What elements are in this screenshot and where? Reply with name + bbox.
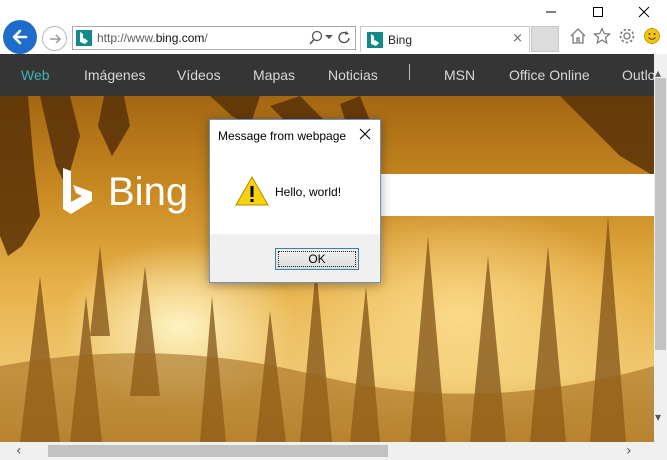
- bing-favicon: [76, 30, 92, 46]
- nav-item-outlook[interactable]: Outlo: [622, 67, 655, 83]
- url-domain: bing.com: [155, 31, 205, 45]
- dialog-close-icon[interactable]: [356, 125, 374, 143]
- forward-button[interactable]: [42, 26, 67, 51]
- home-button[interactable]: [568, 26, 588, 46]
- back-button[interactable]: [3, 20, 37, 54]
- url-text[interactable]: http://www.bing.com/: [97, 31, 208, 45]
- refresh-icon[interactable]: [337, 29, 353, 47]
- nav-item-office-online[interactable]: Office Online: [509, 67, 590, 83]
- nav-item-web[interactable]: Web: [21, 67, 50, 83]
- browser-chrome: http://www.bing.com/ Bing ×: [0, 0, 667, 54]
- url-prefix: http://www.: [97, 31, 156, 45]
- bing-b-icon: [371, 34, 379, 46]
- close-window-button[interactable]: [622, 1, 666, 23]
- new-tab-button[interactable]: [531, 26, 559, 52]
- settings-button[interactable]: [617, 26, 637, 46]
- vertical-scroll-thumb[interactable]: [655, 78, 666, 350]
- minimize-button[interactable]: [529, 1, 573, 23]
- dialog-title: Message from webpage: [218, 129, 347, 143]
- address-dropdown-icon[interactable]: [325, 35, 333, 39]
- maximize-button[interactable]: [576, 1, 620, 23]
- bing-nav-bar: Web Imágenes Vídeos Mapas Noticias MSN O…: [0, 54, 667, 96]
- maximize-icon: [593, 7, 603, 17]
- warning-icon: [235, 175, 269, 206]
- favorites-button[interactable]: [592, 26, 612, 46]
- bing-logo: Bing: [60, 168, 188, 216]
- bing-wordmark: Bing: [108, 169, 189, 214]
- gear-icon: [619, 28, 635, 44]
- bing-logo-icon: [63, 168, 92, 214]
- scroll-left-icon[interactable]: ‹: [16, 443, 22, 459]
- nav-item-news[interactable]: Noticias: [328, 67, 378, 83]
- tab-title: Bing: [388, 33, 413, 47]
- nav-item-maps[interactable]: Mapas: [253, 67, 295, 83]
- home-icon: [570, 28, 586, 44]
- back-arrow-icon: [12, 29, 28, 45]
- close-icon: [638, 6, 650, 18]
- dialog-body: Hello, world!: [210, 150, 380, 234]
- vertical-scrollbar[interactable]: ▴ ▾: [654, 54, 667, 442]
- dialog-message: Hello, world!: [275, 185, 342, 199]
- bing-favicon: [367, 32, 383, 48]
- feedback-button[interactable]: [642, 26, 662, 46]
- forward-arrow-icon: [49, 33, 61, 44]
- minimize-icon: [546, 11, 556, 13]
- scroll-corner: [654, 442, 667, 460]
- bing-b-icon: [80, 32, 88, 44]
- scroll-down-icon[interactable]: ▾: [655, 410, 661, 424]
- horizontal-scroll-thumb[interactable]: [48, 445, 388, 457]
- url-suffix: /: [204, 31, 208, 45]
- horizontal-scrollbar[interactable]: ‹ ›: [0, 442, 654, 460]
- search-icon[interactable]: [308, 29, 326, 47]
- focus-ring: [278, 251, 356, 267]
- nav-item-images[interactable]: Imágenes: [84, 67, 145, 83]
- smiley-icon: [644, 28, 660, 44]
- dialog-titlebar[interactable]: Message from webpage: [210, 120, 380, 150]
- address-bar[interactable]: http://www.bing.com/: [72, 26, 356, 50]
- tab-close-button[interactable]: ×: [512, 31, 523, 46]
- star-icon: [593, 27, 611, 45]
- nav-divider: [409, 64, 410, 80]
- bing-search-box[interactable]: [380, 174, 654, 216]
- ok-button[interactable]: OK: [275, 248, 359, 270]
- nav-item-msn[interactable]: MSN: [444, 67, 475, 83]
- nav-item-videos[interactable]: Vídeos: [177, 67, 221, 83]
- scroll-right-icon[interactable]: ›: [626, 443, 632, 459]
- tab-bing[interactable]: Bing ×: [360, 26, 530, 52]
- alert-dialog: Message from webpage Hello, world! OK: [209, 119, 381, 283]
